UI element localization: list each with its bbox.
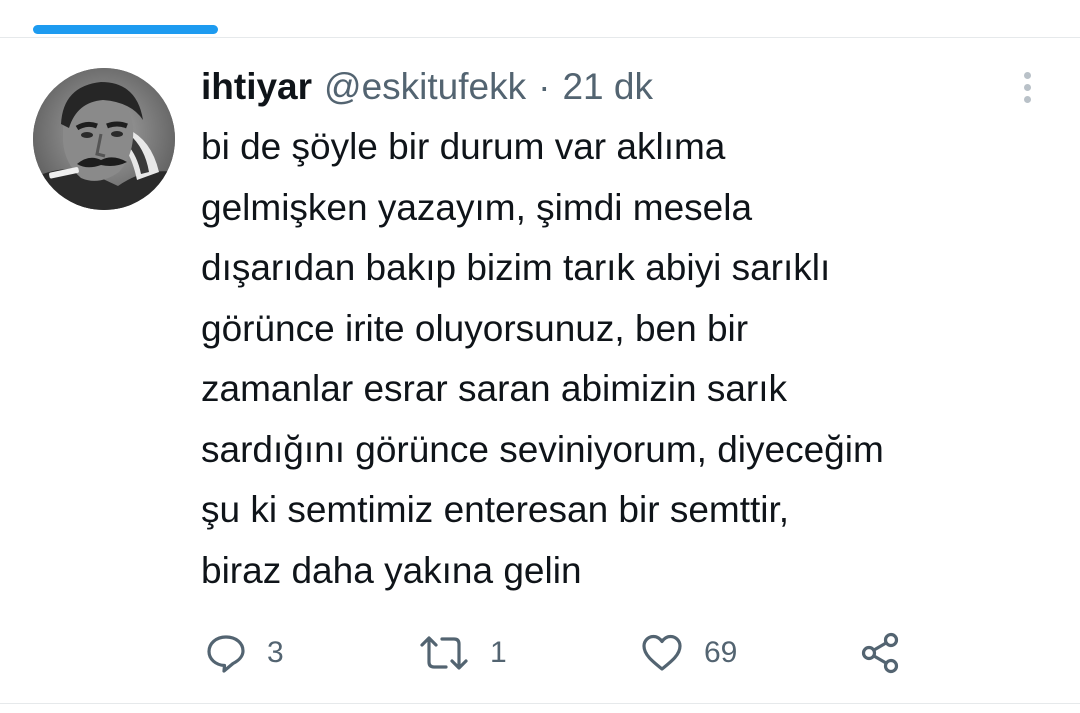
like-count: 69 xyxy=(704,636,738,669)
retweet-icon xyxy=(420,636,468,670)
tweet-text-line: görünce irite oluyorsunuz, ben bir xyxy=(201,307,749,349)
share-button[interactable] xyxy=(860,628,902,678)
tweet-text-line: bi de şöyle bir durum var aklıma xyxy=(201,126,726,167)
more-vertical-icon-dot xyxy=(1023,95,1031,103)
retweet-button[interactable]: 1 xyxy=(418,628,507,678)
bottom-divider xyxy=(0,703,1080,704)
tweet-text: bi de şöyle bir durum var aklıma gelmişk… xyxy=(201,117,1061,601)
reply-icon xyxy=(207,635,245,673)
tweet-actions-bar: 3 1 69 xyxy=(0,628,1080,678)
tweet-text-line: zamanlar esrar saran abimizin sarık xyxy=(201,368,788,409)
more-options-button[interactable] xyxy=(1012,66,1042,108)
reply-button[interactable]: 3 xyxy=(205,628,284,678)
heart-icon xyxy=(642,634,682,671)
user-handle[interactable]: @eskitufekk xyxy=(324,66,526,108)
tweet-header: ihtiyar @eskitufekk · 21 dk xyxy=(201,64,653,110)
separator-dot: · xyxy=(538,66,551,107)
avatar-portrait-image xyxy=(33,68,175,210)
share-icon xyxy=(861,632,899,674)
tweet-text-line: gelmişken yazayım, şimdi mesela xyxy=(201,186,753,228)
tweet-text-line: dışarıdan bakıp bizim tarık abiyi sarıkl… xyxy=(201,247,831,288)
reply-count: 3 xyxy=(267,636,284,669)
display-name[interactable]: ihtiyar xyxy=(201,66,312,108)
top-divider xyxy=(0,37,1080,38)
more-vertical-icon-dot xyxy=(1023,71,1031,79)
avatar[interactable] xyxy=(33,68,175,210)
tweet-text-line: biraz daha yakına gelin xyxy=(201,549,582,591)
tweet-text-line: şu ki semtimiz enteresan bir semttir, xyxy=(201,489,790,530)
tab-active-indicator xyxy=(33,25,218,34)
tweet-timestamp[interactable]: 21 dk xyxy=(562,66,653,108)
more-vertical-icon-dot xyxy=(1023,83,1031,91)
retweet-count: 1 xyxy=(490,636,507,669)
tweet-text-line: sardığını görünce seviniyorum, diyeceğim xyxy=(201,428,884,470)
tweet-screen: ihtiyar @eskitufekk · 21 dk bi de şöyle … xyxy=(0,0,1080,713)
like-button[interactable]: 69 xyxy=(640,628,737,678)
